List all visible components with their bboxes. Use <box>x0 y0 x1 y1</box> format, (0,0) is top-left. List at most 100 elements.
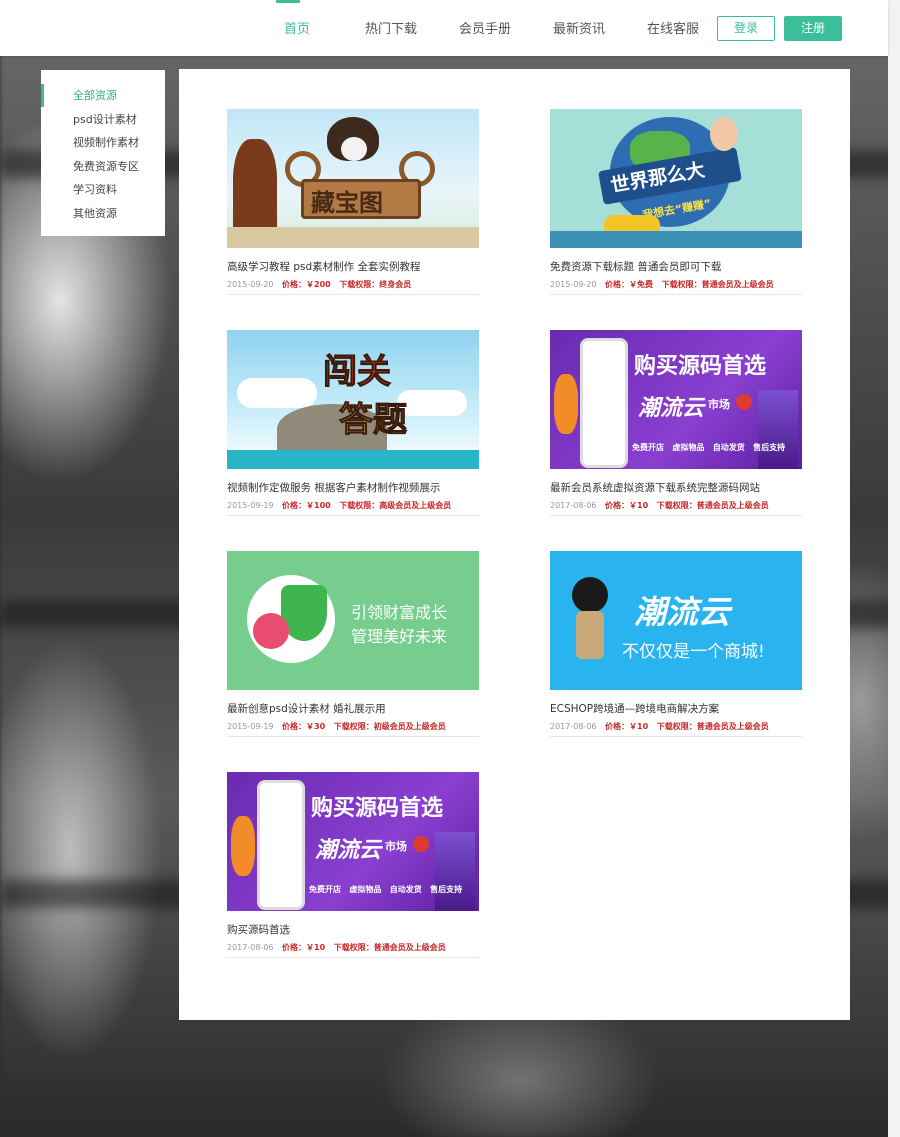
card-permission: 下载权限：普通会员及上级会员 <box>661 280 774 289</box>
feature-tag: 免费开店 <box>632 443 664 452</box>
card-title[interactable]: ECSHOP跨境通—跨境电商解决方案 <box>550 702 802 716</box>
card-title[interactable]: 最新会员系统虚拟资源下载系统完整源码网站 <box>550 481 802 495</box>
sidebar-item-all[interactable]: 全部资源 <box>41 84 165 108</box>
top-header: 首页 热门下载 会员手册 最新资讯 在线客服 登录 注册 <box>0 0 888 56</box>
money-bag-icon <box>253 613 289 649</box>
resource-card[interactable]: 世界那么大 我想去“赚赚” 免费资源下载标题 普通会员即可下载 2015-09-… <box>550 109 802 295</box>
card-price: 价格：￥200 <box>282 280 331 289</box>
water-strip <box>227 450 479 469</box>
cloud-shape <box>237 378 317 408</box>
feature-tag: 售后支持 <box>430 885 463 894</box>
city-skyline <box>435 832 475 911</box>
card-meta: 2017-08-06 价格：￥10 下载权限：普通会员及上级会员 <box>227 942 479 958</box>
card-permission: 下载权限：初级会员及上级会员 <box>333 722 446 731</box>
phone-mockup <box>257 780 305 910</box>
boy-character-icon <box>231 816 255 876</box>
nav-member-manual[interactable]: 会员手册 <box>438 0 532 56</box>
resource-card[interactable]: 购买源码首选 潮流云 市场 免费开店 虚拟物品 自动发货 售后支持 最新会员系统… <box>550 330 802 516</box>
register-button[interactable]: 注册 <box>784 16 842 41</box>
sidebar-item-other[interactable]: 其他资源 <box>41 202 165 226</box>
character-body-icon <box>576 611 604 659</box>
card-image-title: 藏宝图 <box>311 189 383 217</box>
card-image-title: 闯关 <box>323 352 392 393</box>
card-image-title: 引领财富成长 <box>351 603 448 622</box>
card-date: 2015-09-20 <box>227 280 274 289</box>
card-image-badge: 市场 <box>385 840 407 853</box>
card-title[interactable]: 购买源码首选 <box>227 923 479 937</box>
card-permission: 下载权限：终身会员 <box>339 280 412 289</box>
nav-home[interactable]: 首页 <box>250 0 344 56</box>
card-thumbnail[interactable]: 世界那么大 我想去“赚赚” <box>550 109 802 248</box>
card-thumbnail[interactable]: 引领财富成长 管理美好未来 <box>227 551 479 690</box>
resource-card[interactable]: 藏宝图 高级学习教程 psd素材制作 全套实例教程 2015-09-20 价格：… <box>227 109 479 295</box>
feature-tag: 售后支持 <box>753 443 786 452</box>
card-permission: 下载权限：普通会员及上级会员 <box>656 722 769 731</box>
card-title[interactable]: 视频制作定做服务 根据客户素材制作视频展示 <box>227 481 479 495</box>
card-thumbnail[interactable]: 购买源码首选 潮流云 市场 免费开店 虚拟物品 自动发货 售后支持 <box>227 772 479 911</box>
feature-tag: 自动发货 <box>389 885 422 894</box>
card-price: 价格：￥免费 <box>605 280 654 289</box>
resource-card[interactable]: 购买源码首选 潮流云 市场 免费开店 虚拟物品 自动发货 售后支持 购买源码首选… <box>227 772 479 958</box>
card-permission: 下载权限：高级会员及上级会员 <box>339 501 452 510</box>
card-title[interactable]: 免费资源下载标题 普通会员即可下载 <box>550 260 802 274</box>
card-meta: 2017-08-06 价格：￥10 下载权限：普通会员及上级会员 <box>550 721 802 737</box>
card-price: 价格：￥100 <box>282 501 331 510</box>
card-thumbnail[interactable]: 藏宝图 <box>227 109 479 248</box>
nav-hot-downloads[interactable]: 热门下载 <box>344 0 438 56</box>
card-image-subtitle: 管理美好未来 <box>351 627 448 646</box>
card-meta: 2015-09-19 价格：￥100 下载权限：高级会员及上级会员 <box>227 500 479 516</box>
sidebar-item-video[interactable]: 视频制作素材 <box>41 131 165 155</box>
phone-mockup <box>580 338 628 468</box>
main-nav: 首页 热门下载 会员手册 最新资讯 在线客服 <box>250 0 720 56</box>
site-logo[interactable] <box>30 8 90 48</box>
city-skyline <box>758 390 798 469</box>
card-thumbnail[interactable]: 购买源码首选 潮流云 市场 免费开店 虚拟物品 自动发货 售后支持 <box>550 330 802 469</box>
card-image-badge: 市场 <box>708 398 730 411</box>
card-image-subtitle: 潮流云 <box>638 396 705 421</box>
feature-tag: 自动发货 <box>712 443 745 452</box>
resource-card[interactable]: 引领财富成长 管理美好未来 最新创意psd设计素材 婚礼展示用 2015-09-… <box>227 551 479 737</box>
nav-online-service[interactable]: 在线客服 <box>626 0 720 56</box>
card-price: 价格：￥10 <box>605 722 649 731</box>
skull-icon <box>341 137 367 161</box>
sidebar-item-psd[interactable]: psd设计素材 <box>41 108 165 132</box>
card-price: 价格：￥10 <box>605 501 649 510</box>
feature-tag: 免费开店 <box>309 885 341 894</box>
card-date: 2017-08-06 <box>550 722 597 731</box>
resource-grid: 藏宝图 高级学习教程 psd素材制作 全套实例教程 2015-09-20 价格：… <box>179 69 850 1020</box>
pirate-character-icon <box>233 139 277 239</box>
traveler-icon <box>710 117 738 151</box>
right-edge-strip <box>888 0 900 1137</box>
resource-card[interactable]: 潮流云 不仅仅是一个商城! ECSHOP跨境通—跨境电商解决方案 2017-08… <box>550 551 802 737</box>
card-date: 2017-08-06 <box>227 943 274 952</box>
card-image-subtitle: 潮流云 <box>315 838 382 863</box>
card-permission: 下载权限：普通会员及上级会员 <box>333 943 446 952</box>
card-date: 2015-09-19 <box>227 501 274 510</box>
cloud-shape <box>397 390 467 416</box>
card-price: 价格：￥30 <box>282 722 326 731</box>
mountain-strip <box>550 231 802 248</box>
feature-tag: 虚拟物品 <box>349 885 382 894</box>
card-image-title: 购买源码首选 <box>634 354 767 379</box>
shop-badge-icon <box>736 394 752 410</box>
card-price: 价格：￥10 <box>282 943 326 952</box>
resource-card[interactable]: 闯关 答题 视频制作定做服务 根据客户素材制作视频展示 2015-09-19 价… <box>227 330 479 516</box>
card-meta: 2017-08-06 价格：￥10 下载权限：普通会员及上级会员 <box>550 500 802 516</box>
card-title[interactable]: 高级学习教程 psd素材制作 全套实例教程 <box>227 260 479 274</box>
card-thumbnail[interactable]: 闯关 答题 <box>227 330 479 469</box>
card-image-subtitle: 不仅仅是一个商城! <box>622 642 765 662</box>
card-image-title: 潮流云 <box>634 593 731 631</box>
sidebar-item-free[interactable]: 免费资源专区 <box>41 155 165 179</box>
card-image-subtitle: 答题 <box>339 400 408 441</box>
feature-tag: 虚拟物品 <box>672 443 705 452</box>
card-meta: 2015-09-19 价格：￥30 下载权限：初级会员及上级会员 <box>227 721 479 737</box>
card-permission: 下载权限：普通会员及上级会员 <box>656 501 769 510</box>
card-image-title: 购买源码首选 <box>311 796 444 821</box>
card-title[interactable]: 最新创意psd设计素材 婚礼展示用 <box>227 702 479 716</box>
card-thumbnail[interactable]: 潮流云 不仅仅是一个商城! <box>550 551 802 690</box>
card-meta: 2015-09-20 价格：￥免费 下载权限：普通会员及上级会员 <box>550 279 802 295</box>
login-button[interactable]: 登录 <box>717 16 775 41</box>
sidebar-item-study[interactable]: 学习资料 <box>41 178 165 202</box>
nav-latest-news[interactable]: 最新资讯 <box>532 0 626 56</box>
feature-tags: 免费开店 虚拟物品 自动发货 售后支持 <box>632 442 785 453</box>
